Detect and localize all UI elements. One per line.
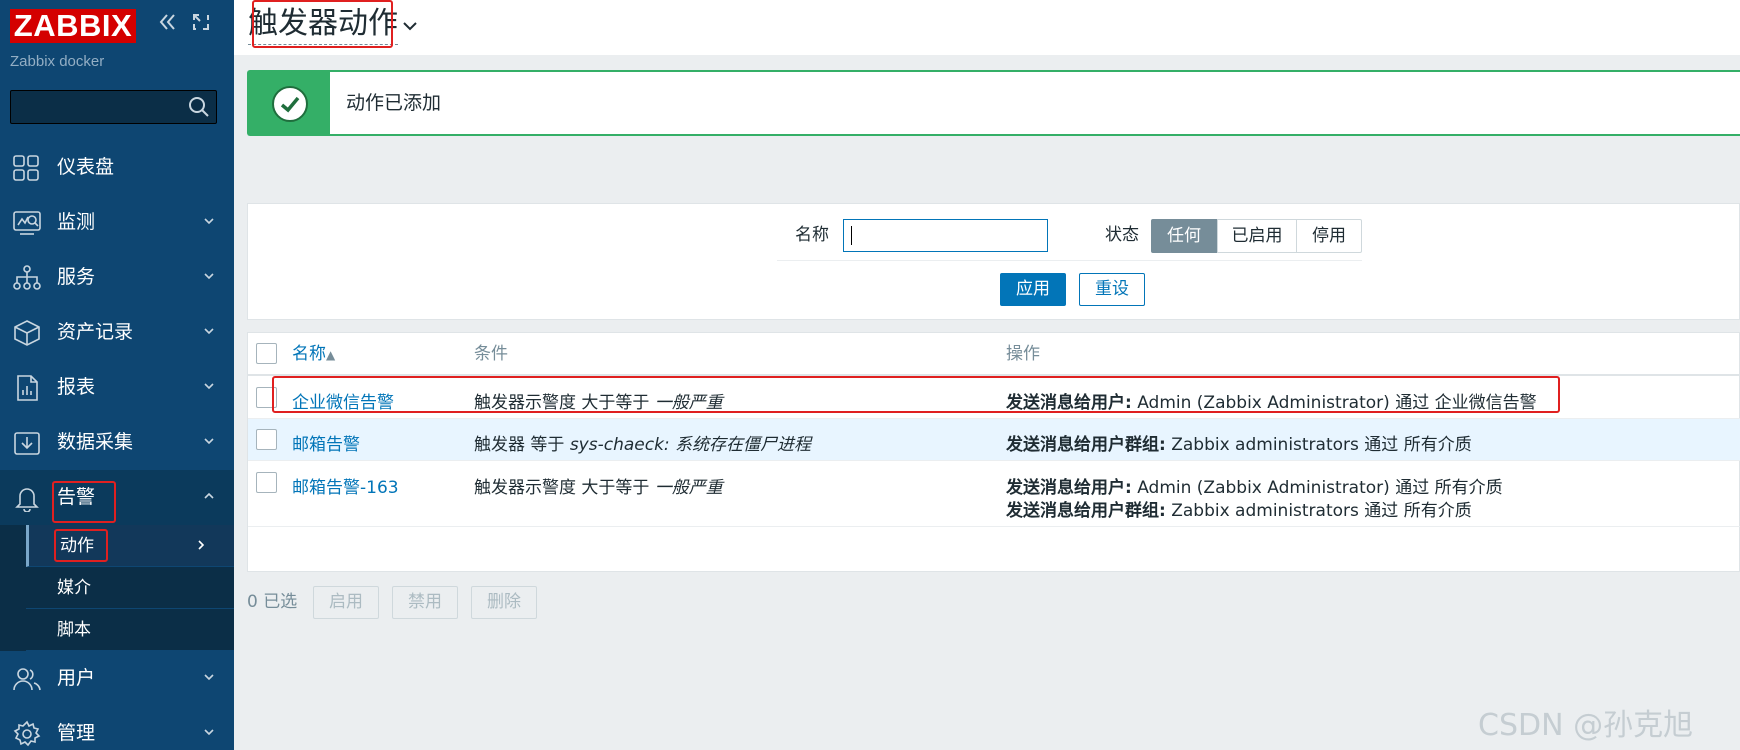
submenu-item-scripts[interactable]: 脚本 <box>26 609 234 651</box>
action-name-link[interactable]: 企业微信告警 <box>292 388 394 413</box>
chevron-down-icon <box>202 323 216 337</box>
condition-text: 触发器 等于 sys-chaeck: 系统存在僵尸进程 <box>474 435 812 455</box>
success-message: 动作已添加 <box>247 70 1740 136</box>
zabbix-logo[interactable]: ZABBIX <box>10 9 136 43</box>
filter-divider <box>777 260 1362 261</box>
sidebar-item-label: 告警 <box>57 486 96 508</box>
table-row: 企业微信告警 触发器示警度 大于等于 一般严重 发送消息给用户: Admin (… <box>248 377 1740 419</box>
services-icon <box>12 264 42 292</box>
alerts-bell-icon <box>12 484 42 513</box>
sidebar-item-label: 报表 <box>57 376 96 398</box>
actions-table: 名称▲ 条件 操作 企业微信告警 触发器示警度 大于等于 一般严重 发送消息给用… <box>247 332 1740 572</box>
success-indicator <box>249 72 330 134</box>
selected-count: 0 已选 <box>247 592 298 612</box>
search-icon[interactable] <box>188 96 210 122</box>
reports-icon <box>12 374 42 402</box>
status-filter-label: 状态 <box>1105 225 1139 245</box>
column-header-name[interactable]: 名称▲ <box>292 333 335 376</box>
sidebar-item-services[interactable]: 服务 <box>0 250 234 305</box>
delete-button[interactable]: 删除 <box>471 586 537 619</box>
sort-asc-icon: ▲ <box>326 348 336 362</box>
submenu-item-label: 媒介 <box>57 578 91 598</box>
sidebar-item-users[interactable]: 用户 <box>0 651 234 706</box>
text-cursor <box>851 226 852 245</box>
name-filter-label: 名称 <box>795 225 829 245</box>
chevron-up-icon <box>202 488 216 502</box>
gear-icon <box>12 720 42 748</box>
alerts-submenu: 动作 媒介 脚本 <box>0 525 234 651</box>
page-title[interactable]: 触发器动作 <box>248 4 398 45</box>
action-name-link[interactable]: 邮箱告警-163 <box>292 473 399 498</box>
chevron-down-icon <box>202 268 216 282</box>
sidebar-item-reports[interactable]: 报表 <box>0 360 234 415</box>
submenu-item-actions[interactable]: 动作 <box>26 525 234 567</box>
sidebar-item-alerts[interactable]: 告警 <box>0 470 234 525</box>
chevron-down-icon <box>202 213 216 227</box>
operation-text: 发送消息给用户群组: Zabbix administrators 通过 所有介质 <box>1006 435 1472 455</box>
chevron-down-icon <box>202 378 216 392</box>
chevron-down-icon <box>202 669 216 683</box>
operation-text: 发送消息给用户: Admin (Zabbix Administrator) 通过… <box>1006 478 1503 498</box>
page-header: 触发器动作 <box>234 0 1740 55</box>
chevron-down-icon <box>202 724 216 738</box>
sidebar-item-label: 管理 <box>57 722 96 744</box>
column-header-conditions: 条件 <box>474 344 508 364</box>
status-option-disabled[interactable]: 停用 <box>1296 219 1362 253</box>
sidebar-item-label: 用户 <box>57 667 96 689</box>
chevron-down-icon[interactable] <box>402 18 418 38</box>
table-row: 邮箱告警-163 触发器示警度 大于等于 一般严重 发送消息给用户: Admin… <box>248 461 1740 527</box>
sidebar-item-label: 数据采集 <box>57 431 134 453</box>
status-option-enabled[interactable]: 已启用 <box>1217 219 1297 253</box>
server-name: Zabbix docker <box>10 53 105 70</box>
sidebar-item-label: 仪表盘 <box>57 156 115 178</box>
status-option-any[interactable]: 任何 <box>1151 219 1217 253</box>
row-checkbox[interactable] <box>256 387 277 408</box>
enable-button[interactable]: 启用 <box>313 586 379 619</box>
filter-panel: 名称 状态 任何 已启用 停用 应用 重设 <box>247 203 1740 320</box>
row-checkbox[interactable] <box>256 429 277 450</box>
operation-text: 发送消息给用户群组: Zabbix administrators 通过 所有介质 <box>1006 501 1472 521</box>
sidebar-item-label: 监测 <box>57 211 96 233</box>
users-icon <box>12 665 42 693</box>
column-header-operations: 操作 <box>1006 344 1040 364</box>
sidebar: ZABBIX Zabbix docker 仪表盘 监测 服务 资产记录 报表 数… <box>0 0 234 750</box>
checkmark-icon <box>272 86 308 122</box>
disable-button[interactable]: 禁用 <box>392 586 458 619</box>
watermark: CSDN @孙克旭 <box>1478 708 1694 743</box>
sidebar-item-inventory[interactable]: 资产记录 <box>0 305 234 360</box>
table-row: 邮箱告警 触发器 等于 sys-chaeck: 系统存在僵尸进程 发送消息给用户… <box>248 419 1740 461</box>
data-collection-icon <box>12 429 42 457</box>
select-all-checkbox[interactable] <box>256 343 277 364</box>
reset-button[interactable]: 重设 <box>1079 273 1145 306</box>
inventory-icon <box>12 319 42 347</box>
kiosk-icon[interactable] <box>191 12 211 39</box>
chevron-right-icon <box>196 537 206 556</box>
sidebar-item-dashboard[interactable]: 仪表盘 <box>0 140 234 195</box>
sidebar-item-label: 资产记录 <box>57 321 134 343</box>
dashboard-icon <box>12 154 42 182</box>
sidebar-item-data-collection[interactable]: 数据采集 <box>0 415 234 470</box>
table-header: 名称▲ 条件 操作 <box>248 333 1740 376</box>
apply-button[interactable]: 应用 <box>1000 273 1066 306</box>
condition-text: 触发器示警度 大于等于 一般严重 <box>474 393 723 413</box>
row-checkbox[interactable] <box>256 472 277 493</box>
sidebar-item-monitoring[interactable]: 监测 <box>0 195 234 250</box>
monitoring-icon <box>12 209 42 237</box>
sidebar-item-label: 服务 <box>57 266 96 288</box>
collapse-icon[interactable] <box>158 12 178 39</box>
condition-text: 触发器示警度 大于等于 一般严重 <box>474 478 723 498</box>
search-input[interactable] <box>10 90 217 124</box>
message-text: 动作已添加 <box>346 92 442 114</box>
chevron-down-icon <box>202 433 216 447</box>
name-filter-input[interactable] <box>843 219 1048 252</box>
operation-text: 发送消息给用户: Admin (Zabbix Administrator) 通过… <box>1006 393 1537 413</box>
action-name-link[interactable]: 邮箱告警 <box>292 430 360 455</box>
sidebar-item-administration[interactable]: 管理 <box>0 706 234 750</box>
submenu-item-label: 动作 <box>60 536 94 556</box>
submenu-item-label: 脚本 <box>57 620 91 640</box>
submenu-item-media[interactable]: 媒介 <box>26 567 234 609</box>
